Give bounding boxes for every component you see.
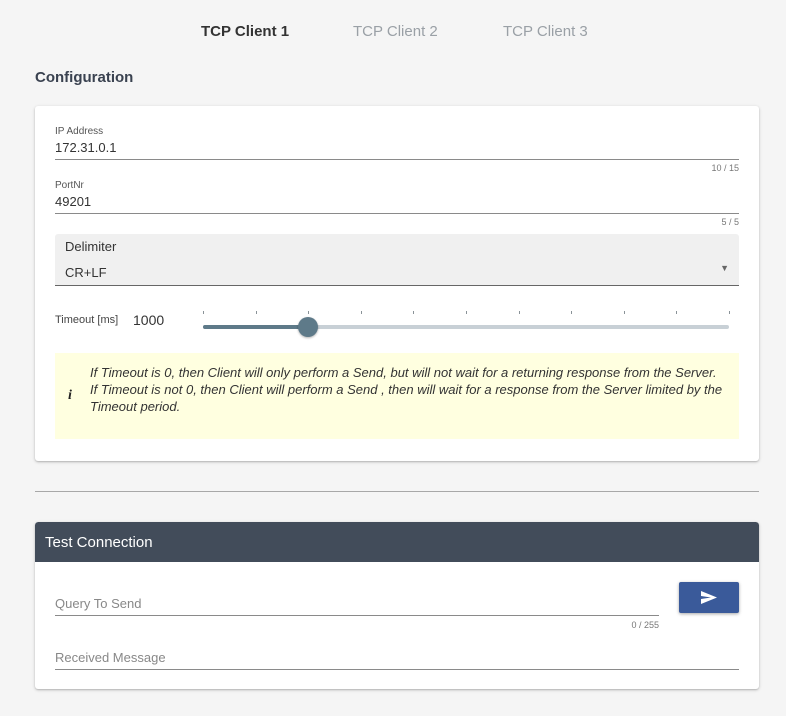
port-input[interactable]: 49201: [55, 194, 739, 209]
tab-tcp-client-3[interactable]: TCP Client 3: [503, 23, 588, 40]
ip-address-input[interactable]: 172.31.0.1: [55, 140, 739, 155]
tab-bar: TCP Client 1 TCP Client 2 TCP Client 3: [0, 0, 786, 64]
tab-tcp-client-1[interactable]: TCP Client 1: [201, 23, 289, 40]
info-icon: i: [68, 388, 72, 403]
port-label: PortNr: [55, 180, 84, 191]
slider-tick: [466, 311, 467, 314]
delimiter-value: CR+LF: [65, 265, 107, 280]
send-button[interactable]: [679, 582, 739, 613]
section-divider: [35, 491, 759, 492]
port-underline: [55, 213, 739, 214]
slider-tick: [360, 311, 362, 314]
query-field[interactable]: Query To Send 0 / 255: [55, 596, 659, 632]
ip-address-underline: [55, 159, 739, 160]
slider-tick: [518, 311, 520, 314]
ip-address-counter: 10 / 15: [711, 163, 739, 173]
timeout-info-box: i If Timeout is 0, then Client will only…: [55, 353, 739, 439]
timeout-slider-fill: [203, 325, 309, 329]
received-field[interactable]: Received Message: [55, 650, 739, 674]
timeout-value: 1000: [133, 312, 165, 328]
received-message-output[interactable]: Received Message: [55, 650, 739, 665]
slider-tick: [308, 311, 310, 314]
test-connection-card: Test Connection Query To Send 0 / 255 Re…: [35, 522, 759, 689]
port-counter: 5 / 5: [721, 217, 739, 227]
timeout-info-text: If Timeout is 0, then Client will only p…: [90, 364, 735, 415]
slider-tick: [729, 311, 730, 314]
query-input[interactable]: Query To Send: [55, 596, 659, 611]
ip-address-field[interactable]: IP Address 172.31.0.1 10 / 15: [55, 126, 739, 174]
delimiter-label: Delimiter: [65, 239, 117, 254]
query-underline: [55, 615, 659, 616]
test-connection-header: Test Connection: [35, 522, 759, 562]
chevron-down-icon[interactable]: ▼: [720, 263, 729, 273]
timeout-slider-thumb[interactable]: [298, 317, 319, 337]
configuration-title: Configuration: [35, 69, 134, 86]
info-line-1: If Timeout is 0, then Client will only p…: [90, 365, 717, 380]
slider-tick: [255, 311, 257, 314]
tab-tcp-client-2[interactable]: TCP Client 2: [353, 23, 438, 40]
configuration-card: IP Address 172.31.0.1 10 / 15 PortNr 492…: [35, 106, 759, 461]
info-line-2: If Timeout is not 0, then Client will pe…: [90, 382, 723, 414]
timeout-label: Timeout [ms]: [55, 314, 119, 326]
slider-tick: [203, 311, 204, 314]
query-counter: 0 / 255: [631, 620, 659, 630]
timeout-slider[interactable]: [203, 311, 730, 337]
slider-tick: [623, 311, 625, 314]
slider-tick: [571, 311, 573, 314]
slider-tick: [676, 311, 678, 314]
delimiter-underline: [55, 285, 739, 286]
ip-address-label: IP Address: [55, 126, 104, 137]
slider-tick: [413, 311, 415, 314]
test-connection-title: Test Connection: [45, 534, 153, 551]
delimiter-select[interactable]: Delimiter CR+LF ▼: [55, 234, 739, 286]
send-icon: [701, 591, 717, 604]
port-field[interactable]: PortNr 49201 5 / 5: [55, 180, 739, 228]
received-underline: [55, 669, 739, 670]
